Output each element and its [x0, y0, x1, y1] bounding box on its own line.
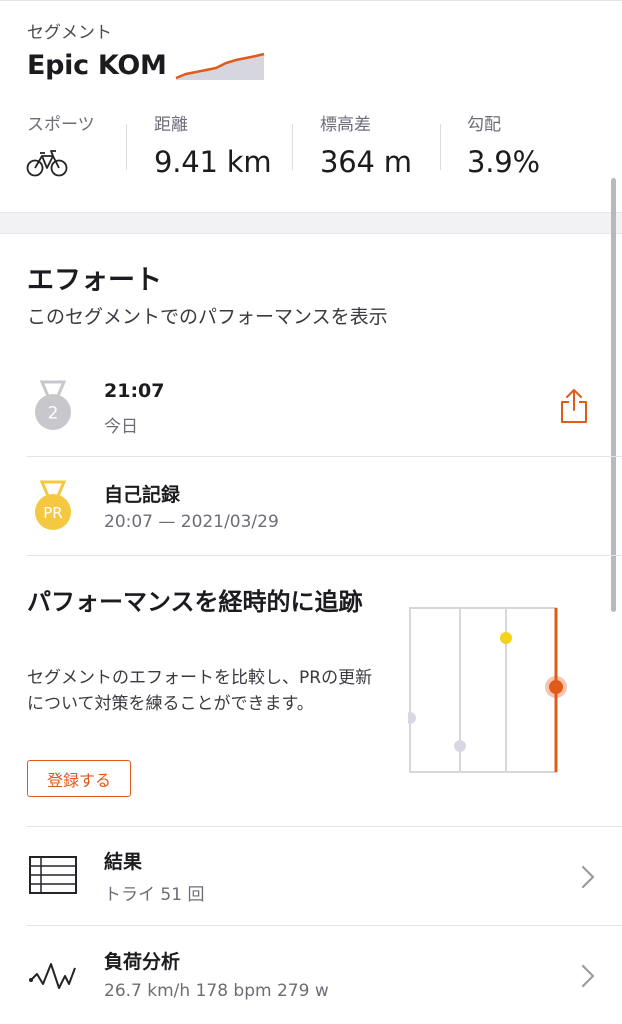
row-divider [27, 826, 622, 827]
segment-title: Epic KOM [27, 50, 167, 81]
stat-elevation: 標高差 364 m [320, 110, 412, 179]
stat-sport: スポーツ [27, 110, 95, 135]
analysis-summary: 26.7 km/h 178 bpm 279 w [104, 981, 329, 1001]
segment-label: セグメント [27, 23, 112, 43]
bike-icon [26, 150, 68, 177]
top-border [0, 0, 622, 1]
stat-elevation-label: 標高差 [320, 115, 371, 135]
elevation-profile-icon [175, 52, 265, 80]
stat-grade-value: 3.9% [467, 145, 540, 179]
row-divider [27, 555, 622, 556]
efforts-subtitle: このセグメントでのパフォーマンスを表示 [27, 306, 388, 328]
stat-divider [126, 124, 127, 170]
analysis-wave-icon [29, 963, 76, 989]
stat-distance: 距離 9.41 km [154, 110, 272, 179]
stat-divider [292, 124, 293, 170]
medal-rank: PR [43, 504, 62, 522]
stat-elevation-value: 364 m [320, 145, 412, 179]
medal-rank: 2 [48, 404, 59, 424]
stat-divider [440, 124, 441, 170]
results-title[interactable]: 結果 [104, 847, 142, 874]
stat-grade-label: 勾配 [467, 115, 501, 135]
stat-distance-value: 9.41 km [154, 145, 272, 179]
stat-grade: 勾配 3.9% [467, 110, 540, 179]
effort-date: 今日 [104, 417, 138, 437]
chevron-right-icon[interactable] [580, 963, 596, 989]
effort-time: 21:07 [104, 380, 165, 402]
silver-medal-icon: 2 [35, 380, 71, 430]
efforts-title: エフォート [27, 265, 162, 296]
stat-sport-label: スポーツ [27, 115, 95, 135]
personal-record-date: 20:07 — 2021/03/29 [104, 512, 279, 532]
pr-medal-icon: PR [35, 480, 71, 530]
subscribe-button[interactable]: 登録する [27, 760, 131, 797]
performance-description: セグメントのエフォートを比較し、PRの更新について対策を練ることができます。 [27, 668, 373, 714]
share-icon[interactable] [560, 388, 588, 424]
chevron-right-icon[interactable] [580, 864, 596, 890]
personal-record-label: 自己記録 [104, 484, 181, 506]
section-separator [0, 212, 622, 234]
performance-illustration [408, 607, 567, 773]
row-divider [27, 925, 622, 926]
stat-distance-label: 距離 [154, 115, 188, 135]
row-divider [27, 456, 622, 457]
table-icon [29, 856, 77, 894]
results-attempts: トライ 51 回 [104, 885, 205, 905]
analysis-title[interactable]: 負荷分析 [104, 947, 180, 974]
scrollbar[interactable] [611, 178, 616, 612]
performance-title: パフォーマンスを経時的に追跡 [27, 588, 363, 616]
